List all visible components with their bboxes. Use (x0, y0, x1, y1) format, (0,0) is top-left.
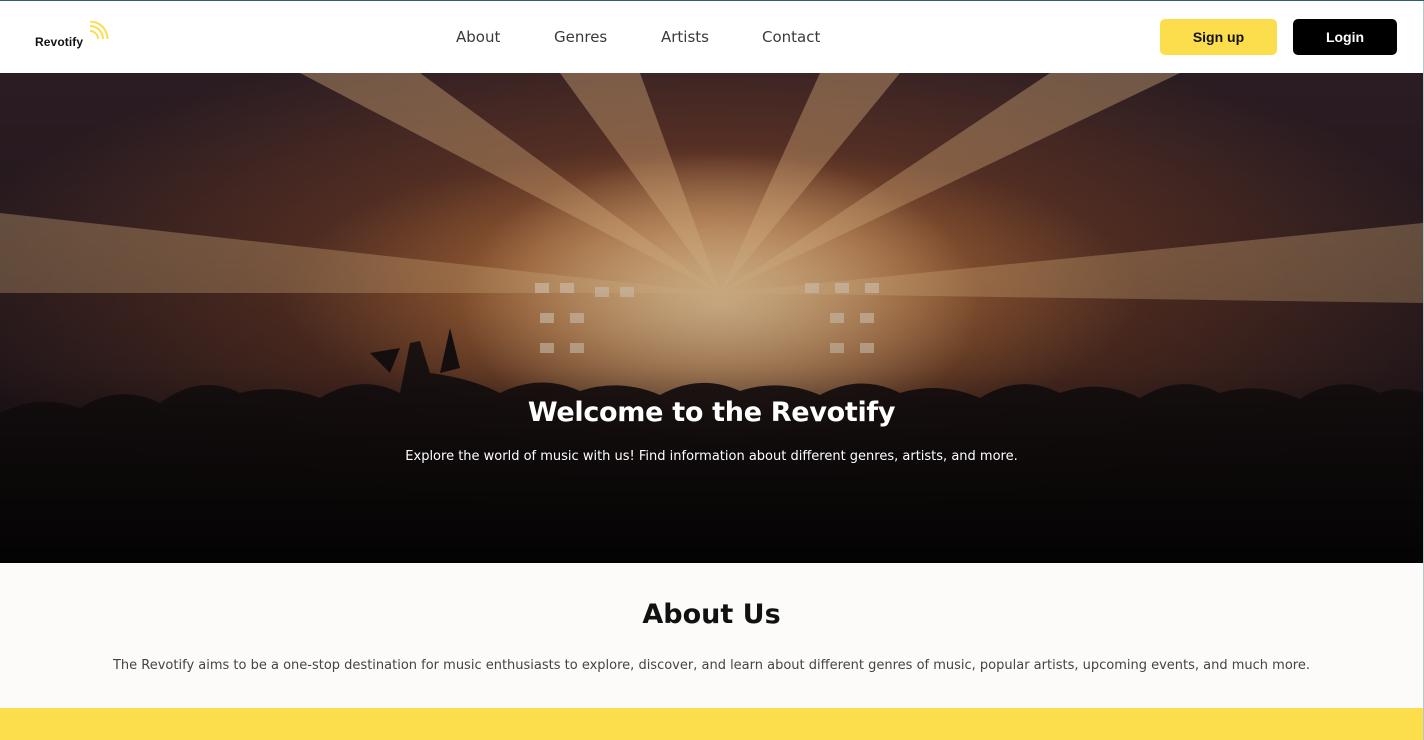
hero-subtitle: Explore the world of music with us! Find… (405, 449, 1018, 464)
nav-link-artists[interactable]: Artists (661, 28, 709, 46)
navbar: Revotify About Genres Artists Contact Si… (0, 1, 1424, 73)
about-text: The Revotify aims to be a one-stop desti… (112, 658, 1310, 673)
signup-button[interactable]: Sign up (1160, 19, 1277, 55)
login-button[interactable]: Login (1293, 19, 1397, 55)
nav-link-about[interactable]: About (456, 28, 500, 46)
about-title: About Us (642, 599, 781, 630)
signal-waves-icon (89, 21, 109, 40)
nav-link-genres[interactable]: Genres (554, 28, 607, 46)
about-section: About Us The Revotify aims to be a one-s… (0, 563, 1423, 708)
concert-crowd-image (0, 73, 1423, 563)
logo-text: Revotify (35, 35, 84, 49)
hero-section: Welcome to the Revotify Explore the worl… (0, 73, 1423, 563)
footer-band (0, 708, 1423, 740)
logo[interactable]: Revotify (34, 21, 114, 55)
hero-title: Welcome to the Revotify (527, 397, 896, 428)
nav-link-contact[interactable]: Contact (762, 28, 820, 46)
